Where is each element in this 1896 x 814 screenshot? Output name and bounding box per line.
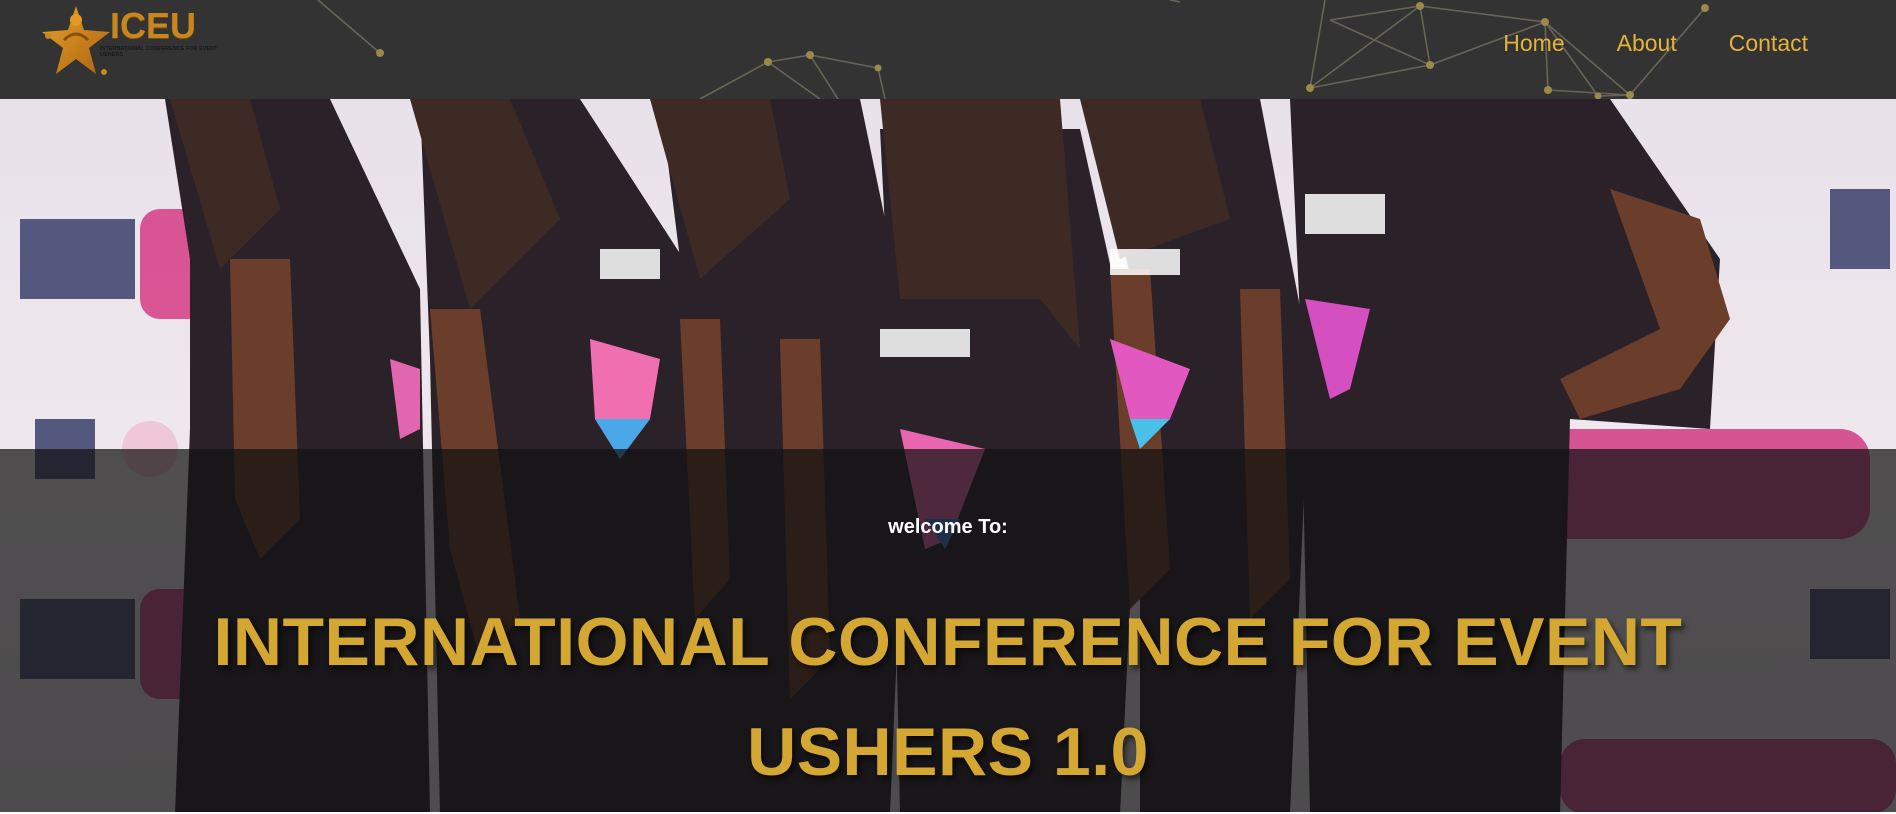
logo-subtitle: International Conference for Event Usher… <box>100 46 218 58</box>
nav-link-contact[interactable]: Contact <box>1729 28 1808 58</box>
navbar: ICEU International Conference for Event … <box>0 0 1896 99</box>
main-nav: Home About Contact <box>1503 28 1808 58</box>
hero-text-block: welcome To: INTERNATIONAL CONFERENCE FOR… <box>0 449 1896 814</box>
nav-link-home[interactable]: Home <box>1503 28 1564 58</box>
welcome-label: welcome To: <box>888 516 1008 538</box>
nav-link-about[interactable]: About <box>1617 28 1677 58</box>
logo-star-icon <box>42 6 110 75</box>
logo-text: ICEU <box>110 5 197 46</box>
conference-title: INTERNATIONAL CONFERENCE FOR EVENT USHER… <box>213 604 1683 790</box>
hero-banner: welcome To: INTERNATIONAL CONFERENCE FOR… <box>0 99 1896 814</box>
page: ICEU International Conference for Event … <box>0 0 1896 814</box>
logo[interactable]: ICEU International Conference for Event … <box>36 2 217 78</box>
